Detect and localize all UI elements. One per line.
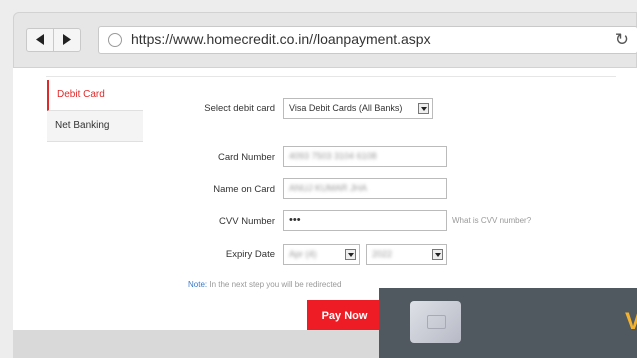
name-on-card-field[interactable]: ANUJ KUMAR JHA: [283, 178, 447, 199]
card-number-label: Card Number: [217, 152, 275, 163]
browser-toolbar: https://www.homecredit.co.in//loanpaymen…: [13, 12, 637, 68]
forward-button[interactable]: [53, 28, 81, 52]
redirect-note: Note: In the next step you will be redir…: [188, 280, 341, 289]
name-on-card-value: ANUJ KUMAR JHA: [289, 183, 368, 193]
tab-debit-card[interactable]: Debit Card: [47, 80, 143, 111]
card-number-field[interactable]: 4093 7503 3104 6108: [283, 146, 447, 167]
url-text: https://www.homecredit.co.in//loanpaymen…: [131, 31, 431, 47]
select-debit-card-label: Select debit card: [204, 103, 275, 114]
divider: [46, 76, 616, 77]
address-bar[interactable]: https://www.homecredit.co.in//loanpaymen…: [98, 26, 637, 54]
reload-icon[interactable]: ↻: [615, 30, 629, 50]
name-on-card-label: Name on Card: [213, 184, 275, 195]
chevron-down-icon[interactable]: [345, 249, 356, 260]
expiry-year-select[interactable]: 2022: [366, 244, 447, 265]
back-button[interactable]: [26, 28, 54, 52]
card-number-value: 4093 7503 3104 6108: [289, 151, 377, 161]
tab-net-banking[interactable]: Net Banking: [47, 111, 143, 142]
debit-card-select-value: Visa Debit Cards (All Banks): [289, 103, 403, 113]
expiry-month-select[interactable]: Apr (4): [283, 244, 360, 265]
card-overlay-panel: V: [379, 288, 637, 358]
chevron-down-icon[interactable]: [418, 103, 429, 114]
cvv-label: CVV Number: [219, 216, 275, 227]
cvv-field[interactable]: •••: [283, 210, 447, 231]
pay-now-button[interactable]: Pay Now: [307, 300, 382, 330]
expiry-date-label: Expiry Date: [225, 249, 275, 260]
card-icon: [410, 301, 461, 343]
arrow-left-icon: [36, 34, 44, 45]
expiry-month-value: Apr (4): [289, 249, 317, 259]
expiry-year-value: 2022: [372, 249, 393, 259]
arrow-right-icon: [63, 34, 71, 45]
note-label: Note:: [188, 280, 208, 289]
visa-logo: V: [624, 308, 637, 335]
cvv-value: •••: [289, 214, 301, 226]
chevron-down-icon[interactable]: [432, 249, 443, 260]
site-info-icon[interactable]: [108, 33, 122, 47]
debit-card-select[interactable]: Visa Debit Cards (All Banks): [283, 98, 433, 119]
note-text: In the next step you will be redirected: [209, 280, 342, 289]
cvv-help-link[interactable]: What is CVV number?: [452, 216, 531, 225]
